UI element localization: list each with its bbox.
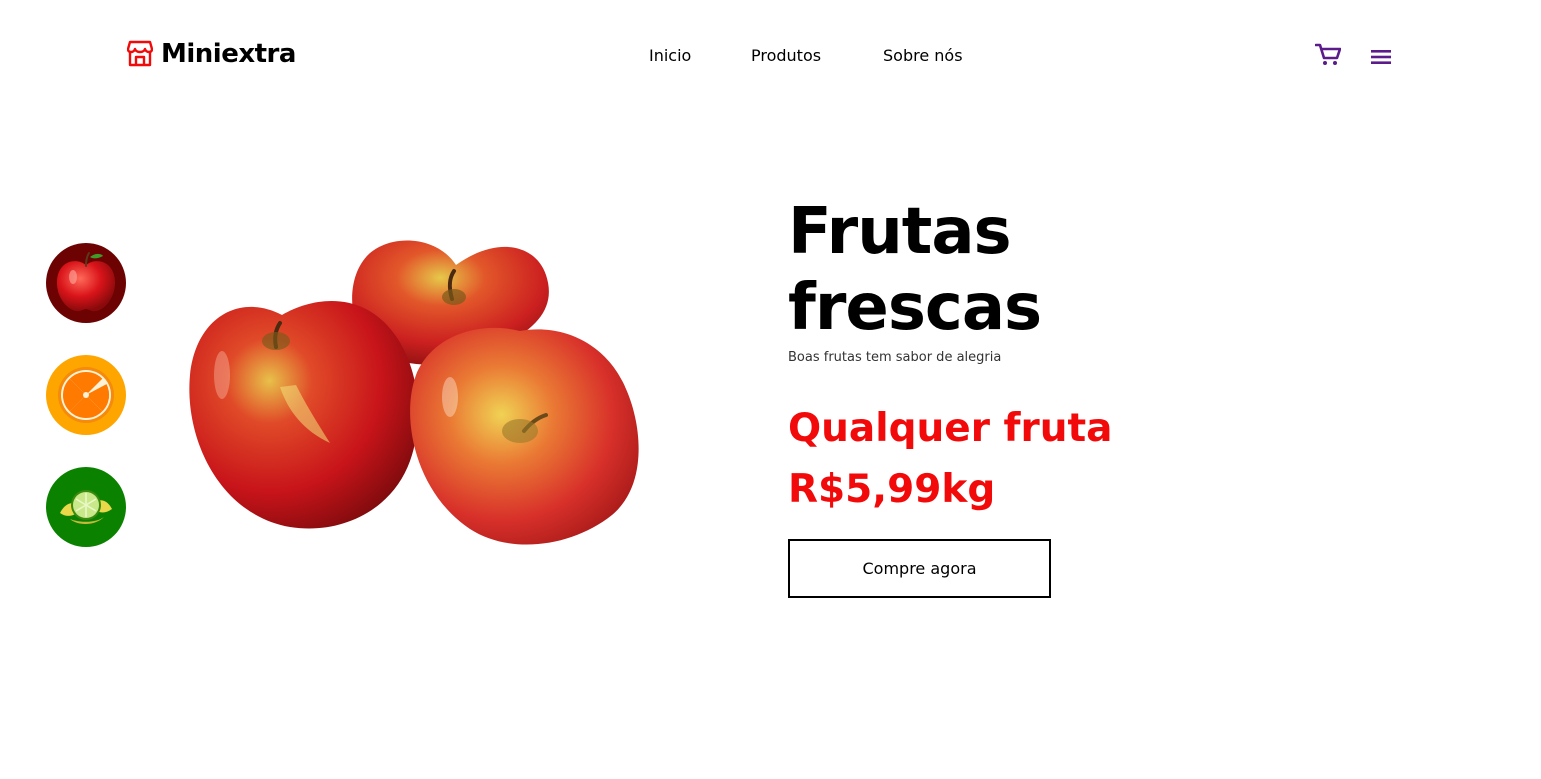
nav-link-sobre[interactable]: Sobre nós [883,46,963,65]
hero-apples-image [180,225,650,555]
thumbnail-apple[interactable] [46,243,126,323]
hero-price-label: Qualquer fruta [788,406,1113,451]
cart-icon[interactable] [1314,42,1342,66]
thumbnail-orange[interactable] [46,355,126,435]
hero-subtitle: Boas frutas tem sabor de alegria [788,350,1002,365]
lime-icon [60,490,112,524]
nav-link-inicio[interactable]: Inicio [649,46,691,65]
hero-title-line-2: frescas [788,271,1042,345]
main-nav: Inicio Produtos Sobre nós [0,46,1541,68]
nav-link-produtos[interactable]: Produtos [751,46,821,65]
hamburger-menu-icon[interactable] [1371,49,1391,65]
orange-slice-icon [58,367,114,423]
hero-title: Frutas frescas [788,194,1042,346]
hero-title-line-1: Frutas [788,195,1012,269]
buy-now-button[interactable]: Compre agora [788,539,1051,598]
apple-icon [56,252,116,312]
thumbnail-lime[interactable] [46,467,126,547]
hero-price-value: R$5,99kg [788,467,996,512]
